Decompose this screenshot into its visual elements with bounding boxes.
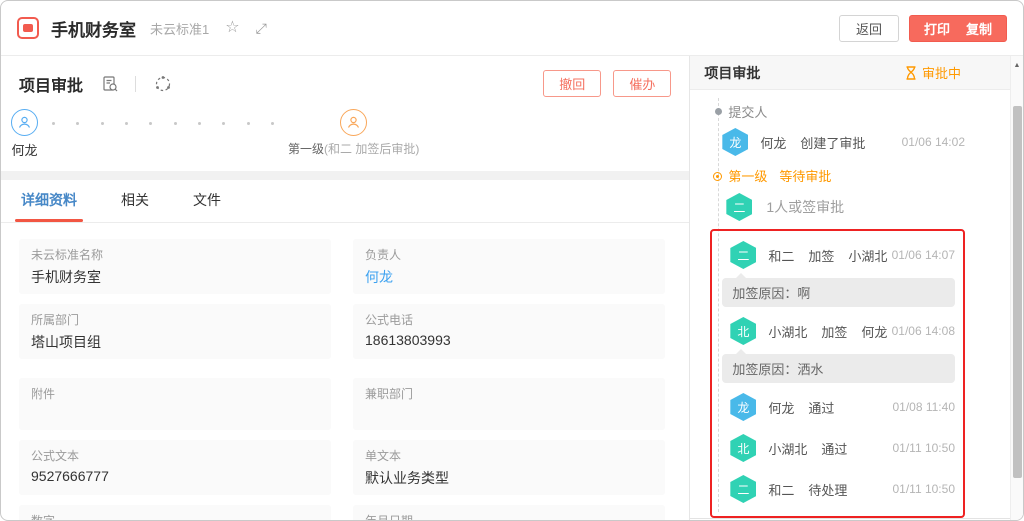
flow-stage-node: 第一级(和二 加签后审批) [288, 109, 419, 159]
approval-timeline: 提交人 龙 何龙创建了审批 01/06 14:02 第一级等待审批 [690, 90, 1023, 518]
avatar: 北 [730, 434, 756, 462]
app-window: 手机财务室 未云标准1 ☆ ⤢ 返回 打印 复制 项目审批 [0, 0, 1024, 521]
timeline-entry: 北 小湖北通过 01/11 10:50 [722, 434, 955, 462]
app-logo-icon [17, 17, 39, 39]
tab-detail[interactable]: 详细资料 [19, 190, 79, 222]
avatar: 龙 [730, 393, 756, 421]
field-attachment: 附件 [19, 378, 331, 430]
submitter-node: 提交人 [704, 100, 965, 122]
tab-related[interactable]: 相关 [119, 190, 151, 222]
entry-time: 01/11 10:50 [892, 441, 955, 455]
urge-button[interactable]: 催办 [613, 70, 671, 97]
field-formula-text: 公式文本 9527666777 [19, 440, 331, 495]
divider [135, 76, 136, 92]
field-number: 数字 [19, 505, 331, 521]
panel-scrollbar[interactable]: ▲ [1010, 56, 1023, 521]
approval-panel-title: 项目审批 [704, 63, 760, 83]
flow-stage-label: 第一级(和二 加签后审批) [288, 140, 419, 157]
entry-time: 01/11 10:50 [892, 482, 955, 496]
entry-time: 01/06 14:07 [892, 248, 955, 262]
person-icon [11, 109, 38, 136]
approval-flow: 何龙 第一级(和二 加签后审批) [1, 101, 689, 171]
timeline-entry-created: 龙 何龙创建了审批 01/06 14:02 [704, 128, 965, 156]
person-icon [340, 109, 367, 136]
timeline-entry: 北 小湖北加签何龙 01/06 14:08 [722, 317, 955, 345]
record-type-label: 未云标准1 [150, 19, 209, 38]
annotation-box: 二 和二加签小湖北 01/06 14:07 加签原因：啊 北 小湖北加签何龙 0… [710, 229, 965, 518]
timeline-entry: 二 和二加签小湖北 01/06 14:07 [722, 241, 955, 269]
avatar: 二 [726, 193, 752, 221]
print-button[interactable]: 打印 [924, 19, 950, 38]
sign-reason-note: 加签原因：洒水 [722, 354, 955, 383]
avatar: 二 [730, 475, 756, 503]
field-single-text: 单文本 默认业务类型 [353, 440, 665, 495]
bullet-ring-icon [713, 172, 722, 181]
field-grid: 未云标准名称 手机财务室 负责人 何龙 所属部门 塔山项目组 公式电话 [1, 223, 689, 521]
timeline-entry: 二 和二待处理 01/11 10:50 [722, 475, 955, 503]
field-secondary-department: 兼职部门 [353, 378, 665, 430]
approval-panel: 项目审批 审批中 提交人 龙 何龙创建了审批 [690, 56, 1023, 521]
avatar: 北 [730, 317, 756, 345]
owner-link[interactable]: 何龙 [365, 267, 653, 287]
approval-status-badge: 审批中 [905, 63, 961, 82]
entry-time: 01/06 14:02 [902, 135, 965, 149]
approval-detail-icon[interactable] [101, 75, 119, 93]
field-department: 所属部门 塔山项目组 [19, 304, 331, 359]
back-button[interactable]: 返回 [839, 15, 899, 42]
stage-node: 第一级等待审批 [704, 165, 965, 187]
approval-card-header: 项目审批 撤回 催办 [1, 56, 689, 101]
record-title: 手机财务室 [51, 16, 136, 41]
field-name: 未云标准名称 手机财务室 [19, 239, 331, 294]
approval-group-row: 二 1人或签审批 [704, 193, 965, 221]
field-formula-phone: 公式电话 18613803993 [353, 304, 665, 359]
flow-start-node: 何龙 [11, 109, 38, 159]
detail-area: 项目审批 撤回 催办 [1, 56, 690, 521]
hourglass-icon [905, 66, 917, 80]
detail-tabs: 详细资料 相关 文件 [1, 180, 689, 223]
scrollbar-up-icon[interactable]: ▲ [1011, 56, 1023, 69]
scrollbar-thumb[interactable] [1013, 106, 1022, 478]
approval-panel-header: 项目审批 审批中 [690, 56, 1023, 90]
avatar: 龙 [722, 128, 748, 156]
print-copy-button-group[interactable]: 打印 复制 [909, 15, 1007, 42]
approval-card-title: 项目审批 [19, 72, 83, 96]
field-date: 年月日期 [353, 505, 665, 521]
withdraw-button[interactable]: 撤回 [543, 70, 601, 97]
section-divider [1, 171, 689, 180]
entry-time: 01/06 14:08 [892, 324, 955, 338]
tab-files[interactable]: 文件 [191, 190, 223, 222]
timeline-entry: 龙 何龙通过 01/08 11:40 [722, 393, 955, 421]
avatar: 二 [730, 241, 756, 269]
star-icon[interactable]: ☆ [225, 20, 239, 36]
process-flow-icon[interactable] [154, 75, 172, 93]
entry-time: 01/08 11:40 [892, 400, 955, 414]
expand-icon[interactable]: ⤢ [256, 21, 267, 35]
bullet-icon [715, 108, 722, 115]
sign-reason-note: 加签原因：啊 [722, 278, 955, 307]
flow-progress-dots [52, 121, 274, 125]
top-bar: 手机财务室 未云标准1 ☆ ⤢ 返回 打印 复制 [1, 1, 1023, 56]
field-owner: 负责人 何龙 [353, 239, 665, 294]
copy-button[interactable]: 复制 [966, 19, 992, 38]
flow-start-name: 何龙 [11, 140, 37, 159]
